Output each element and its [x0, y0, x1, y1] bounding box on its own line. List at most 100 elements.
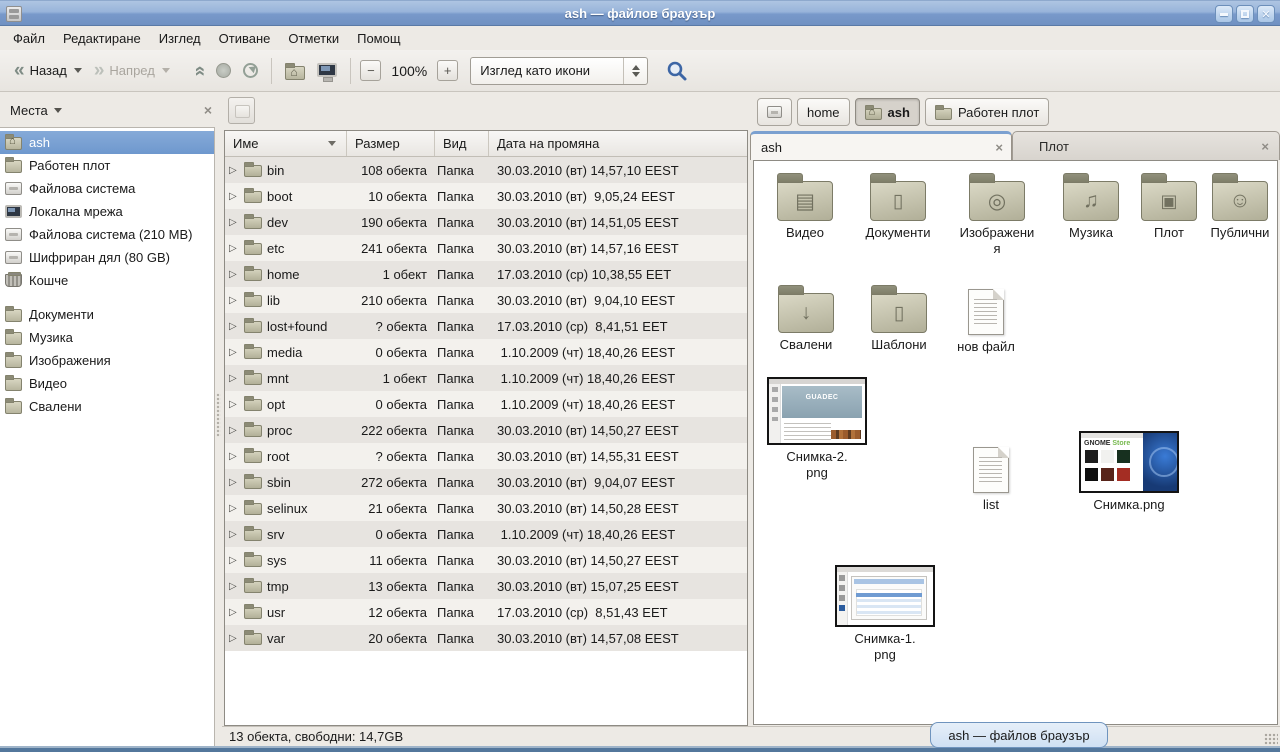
- table-row[interactable]: ▷ etc 241 обекта Папка 30.03.2010 (вт) 1…: [225, 235, 747, 261]
- folder-item-images[interactable]: Изображения: [950, 171, 1044, 258]
- menu-bookmarks[interactable]: Отметки: [279, 28, 348, 49]
- table-row[interactable]: ▷ dev 190 обекта Папка 30.03.2010 (вт) 1…: [225, 209, 747, 235]
- table-row[interactable]: ▷ selinux 21 обекта Папка 30.03.2010 (вт…: [225, 495, 747, 521]
- computer-button[interactable]: [311, 61, 343, 81]
- icon-view[interactable]: Видео Документи Изображения Музика Плот …: [753, 160, 1278, 725]
- expander-icon[interactable]: ▷: [229, 373, 239, 384]
- filesystem-root-button[interactable]: [757, 98, 792, 126]
- file-item-new-file[interactable]: нов файл: [944, 283, 1028, 355]
- search-button[interactable]: [662, 56, 692, 86]
- menu-help[interactable]: Помощ: [348, 28, 409, 49]
- sidebar-item[interactable]: Музика: [0, 326, 214, 349]
- places-dropdown-icon[interactable]: [54, 108, 62, 113]
- close-tab-icon[interactable]: ×: [1261, 139, 1269, 154]
- table-row[interactable]: ▷ media 0 обекта Папка 1.10.2009 (чт) 18…: [225, 339, 747, 365]
- path-button-desktop[interactable]: Работен плот: [925, 98, 1049, 126]
- table-row[interactable]: ▷ home 1 обект Папка 17.03.2010 (ср) 10,…: [225, 261, 747, 287]
- sidebar-item[interactable]: Файлова система: [0, 177, 214, 200]
- path-button-home[interactable]: home: [797, 98, 850, 126]
- menu-go[interactable]: Отиване: [210, 28, 280, 49]
- sidebar-item[interactable]: Локална мрежа: [0, 200, 214, 223]
- folder-item-music[interactable]: Музика: [1048, 171, 1134, 241]
- expander-icon[interactable]: ▷: [229, 607, 239, 618]
- folder-item-templates[interactable]: Шаблони: [856, 283, 942, 353]
- zoom-out-button[interactable]: −: [360, 60, 381, 81]
- folder-item-public[interactable]: Публични: [1202, 171, 1278, 241]
- sidebar-splitter[interactable]: [215, 93, 222, 746]
- expander-icon[interactable]: ▷: [229, 165, 239, 176]
- forward-button[interactable]: » Напред: [88, 59, 176, 82]
- folder-item-video[interactable]: Видео: [766, 171, 844, 241]
- sidebar-item[interactable]: Изображения: [0, 349, 214, 372]
- back-button[interactable]: « Назад: [8, 59, 88, 82]
- expander-icon[interactable]: ▷: [229, 217, 239, 228]
- column-header-type[interactable]: Вид: [435, 131, 489, 156]
- close-button[interactable]: ✕: [1257, 5, 1275, 23]
- sidebar-item[interactable]: Видео: [0, 372, 214, 395]
- tab-ash[interactable]: ash ×: [750, 131, 1012, 160]
- expander-icon[interactable]: ▷: [229, 399, 239, 410]
- expander-icon[interactable]: ▷: [229, 243, 239, 254]
- table-row[interactable]: ▷ var 20 обекта Папка 30.03.2010 (вт) 14…: [225, 625, 747, 651]
- close-tab-icon[interactable]: ×: [995, 140, 1003, 155]
- sidebar-item[interactable]: Работен плот: [0, 154, 214, 177]
- expander-icon[interactable]: ▷: [229, 451, 239, 462]
- expander-icon[interactable]: ▷: [229, 503, 239, 514]
- maximize-button[interactable]: [1236, 5, 1254, 23]
- expander-icon[interactable]: ▷: [229, 295, 239, 306]
- table-row[interactable]: ▷ boot 10 обекта Папка 30.03.2010 (вт) 9…: [225, 183, 747, 209]
- file-item-list[interactable]: list: [962, 441, 1020, 513]
- path-button-ash[interactable]: ash: [855, 98, 920, 126]
- view-mode-spinner-icon[interactable]: [623, 58, 647, 84]
- sidebar-item[interactable]: Файлова система (210 MB): [0, 223, 214, 246]
- zoom-in-button[interactable]: +: [437, 60, 458, 81]
- menu-edit[interactable]: Редактиране: [54, 28, 150, 49]
- tree-panel-button[interactable]: [228, 97, 255, 124]
- folder-item-desktop[interactable]: Плот: [1138, 171, 1200, 241]
- places-close-button[interactable]: ×: [204, 102, 212, 118]
- sidebar-item[interactable]: ash: [0, 131, 214, 154]
- expander-icon[interactable]: ▷: [229, 581, 239, 592]
- back-dropdown-icon[interactable]: [74, 68, 82, 73]
- sidebar-item[interactable]: Шифриран дял (80 GB): [0, 246, 214, 269]
- home-button[interactable]: [279, 58, 311, 84]
- window-list-button[interactable]: ash — файлов браузър: [930, 722, 1108, 748]
- reload-button[interactable]: [237, 59, 264, 82]
- expander-icon[interactable]: ▷: [229, 425, 239, 436]
- table-row[interactable]: ▷ mnt 1 обект Папка 1.10.2009 (чт) 18,40…: [225, 365, 747, 391]
- file-item-snimka-2[interactable]: GUADEC Снимка-2.png: [762, 377, 872, 482]
- table-row[interactable]: ▷ srv 0 обекта Папка 1.10.2009 (чт) 18,4…: [225, 521, 747, 547]
- table-row[interactable]: ▷ proc 222 обекта Папка 30.03.2010 (вт) …: [225, 417, 747, 443]
- folder-item-documents[interactable]: Документи: [848, 171, 948, 241]
- expander-icon[interactable]: ▷: [229, 269, 239, 280]
- expander-icon[interactable]: ▷: [229, 477, 239, 488]
- expander-icon[interactable]: ▷: [229, 555, 239, 566]
- file-item-snimka[interactable]: GNOME Store Снимка.png: [1074, 431, 1184, 513]
- table-row[interactable]: ▷ lost+found ? обекта Папка 17.03.2010 (…: [225, 313, 747, 339]
- table-row[interactable]: ▷ bin 108 обекта Папка 30.03.2010 (вт) 1…: [225, 157, 747, 183]
- sidebar-item[interactable]: Свалени: [0, 395, 214, 418]
- table-row[interactable]: ▷ opt 0 обекта Папка 1.10.2009 (чт) 18,4…: [225, 391, 747, 417]
- expander-icon[interactable]: ▷: [229, 191, 239, 202]
- up-button[interactable]: «: [188, 60, 211, 82]
- column-header-date[interactable]: Дата на промяна: [489, 131, 747, 156]
- expander-icon[interactable]: ▷: [229, 529, 239, 540]
- expander-icon[interactable]: ▷: [229, 347, 239, 358]
- stop-button[interactable]: [210, 59, 237, 82]
- tab-plot[interactable]: Плот ×: [1012, 131, 1280, 160]
- table-row[interactable]: ▷ tmp 13 обекта Папка 30.03.2010 (вт) 15…: [225, 573, 747, 599]
- table-row[interactable]: ▷ sbin 272 обекта Папка 30.03.2010 (вт) …: [225, 469, 747, 495]
- sidebar-item[interactable]: Документи: [0, 303, 214, 326]
- file-item-snimka-1[interactable]: Снимка-1.png: [830, 565, 940, 664]
- expander-icon[interactable]: ▷: [229, 633, 239, 644]
- expander-icon[interactable]: ▷: [229, 321, 239, 332]
- view-mode-select[interactable]: Изглед като икони: [470, 57, 648, 85]
- folder-item-downloads[interactable]: Свалени: [762, 283, 850, 353]
- resize-grip-icon[interactable]: [1264, 733, 1278, 745]
- column-header-size[interactable]: Размер: [347, 131, 435, 156]
- sidebar-item[interactable]: Кошче: [0, 269, 214, 292]
- column-header-name[interactable]: Име: [225, 131, 347, 156]
- places-title[interactable]: Места: [10, 103, 48, 118]
- table-row[interactable]: ▷ sys 11 обекта Папка 30.03.2010 (вт) 14…: [225, 547, 747, 573]
- menu-file[interactable]: Файл: [4, 28, 54, 49]
